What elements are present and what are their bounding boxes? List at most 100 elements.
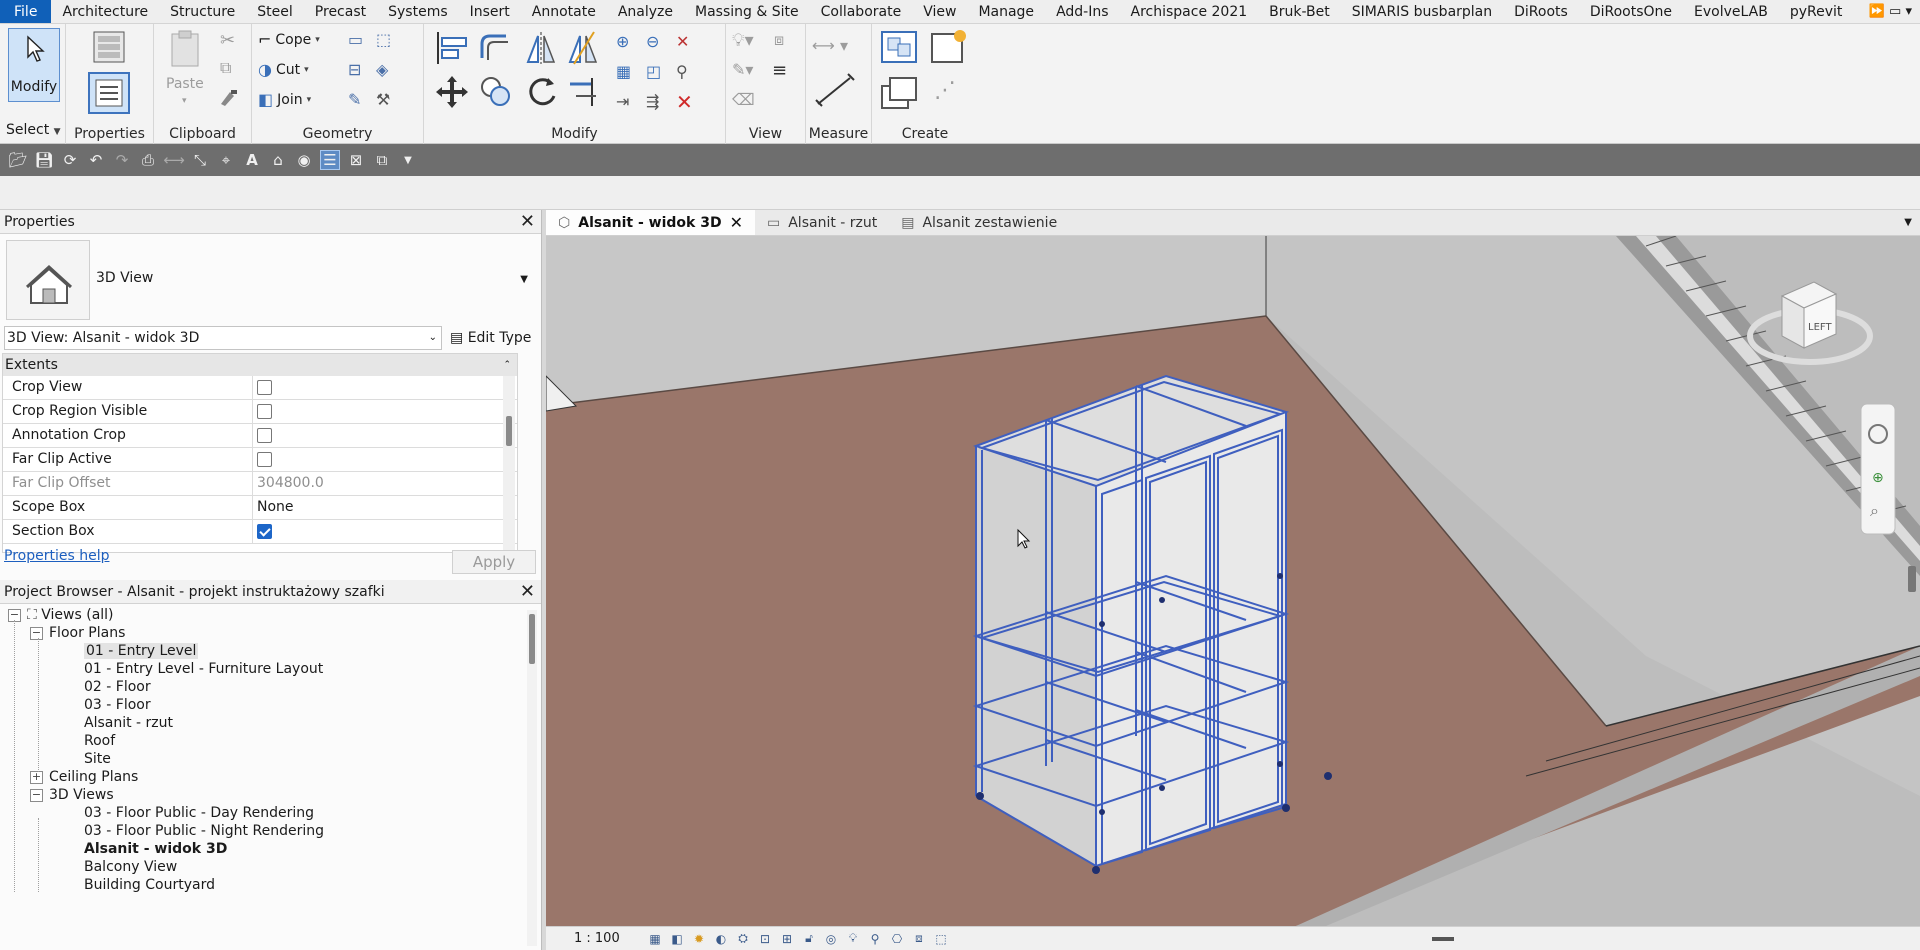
save-icon[interactable]: 💾︎ (34, 150, 54, 170)
tree-item[interactable]: Alsanit - widok 3D (84, 840, 227, 858)
paint-icon[interactable]: ◈ (376, 60, 388, 79)
visual-style-icon[interactable]: ◧ (666, 931, 688, 947)
open-icon[interactable]: 📂︎ (8, 150, 28, 170)
trim-multiple-icon[interactable]: ⇶ (646, 92, 659, 111)
tag-icon[interactable]: ⌖ (216, 150, 236, 170)
property-checkbox[interactable] (257, 452, 272, 467)
delete-icon[interactable]: ✕ (676, 90, 693, 114)
menu-item-archispace-2021[interactable]: Archispace 2021 (1120, 0, 1259, 23)
split-element-icon[interactable]: ⊕ (616, 32, 629, 51)
pin-icon[interactable]: ⚲ (676, 62, 688, 81)
paste-chevron-icon[interactable]: ▾ (182, 96, 187, 106)
menu-item-manage[interactable]: Manage (967, 0, 1045, 23)
property-checkbox[interactable] (257, 404, 272, 419)
apply-button[interactable]: Apply (452, 550, 536, 574)
override-graphics-icon[interactable]: ✎▾ (732, 60, 753, 79)
3d-viewport[interactable]: LEFT ⊕ ⌕ (546, 236, 1920, 926)
similar-icon[interactable]: ⋰ (934, 78, 956, 103)
unpin-icon[interactable]: ✕ (676, 32, 689, 51)
align-icon[interactable] (434, 30, 470, 66)
cut-scissors-icon[interactable]: ✂ (220, 30, 235, 51)
scrollbar-thumb[interactable] (506, 416, 512, 446)
cabinet-model[interactable] (972, 374, 1290, 867)
navigation-bar[interactable]: ⊕ ⌕ (1860, 403, 1896, 535)
tabs-menu-icon[interactable]: ▼ (1904, 210, 1912, 236)
array-icon[interactable]: ▦ (616, 62, 631, 81)
switch-windows-icon[interactable]: ⧉ (372, 150, 392, 170)
menu-item-massing-site[interactable]: Massing & Site (684, 0, 810, 23)
menu-item-simaris-busbarplan[interactable]: SIMARIS busbarplan (1341, 0, 1503, 23)
split-gap-icon[interactable]: ⊖ (646, 32, 659, 51)
menu-item-structure[interactable]: Structure (159, 0, 246, 23)
move-icon[interactable] (434, 74, 470, 110)
split-face-icon[interactable]: ⬚ (376, 30, 391, 49)
menu-item-add-ins[interactable]: Add-Ins (1045, 0, 1119, 23)
menu-item-annotate[interactable]: Annotate (521, 0, 607, 23)
tree-item[interactable]: 03 - Floor Public - Day Rendering (84, 804, 314, 822)
tree-item[interactable]: − ⛶ Views (all) (8, 606, 114, 624)
viewport-scrollbar-thumb[interactable] (1908, 566, 1916, 592)
cope-button[interactable]: ⌐ Cope ▾ (258, 30, 320, 49)
hide-element-icon[interactable]: ⧈ (774, 30, 784, 50)
worksharing-icon[interactable]: ⎔ (886, 931, 908, 947)
menu-item-collaborate[interactable]: Collaborate (810, 0, 913, 23)
tree-item[interactable]: Site (84, 750, 111, 768)
menu-item-view[interactable]: View (912, 0, 967, 23)
redo-icon[interactable]: ↷ (112, 150, 132, 170)
tree-item[interactable]: Roof (84, 732, 115, 750)
menu-item-precast[interactable]: Precast (304, 0, 377, 23)
offset-icon[interactable] (478, 30, 514, 66)
eraser-icon[interactable]: ⌫ (732, 90, 755, 109)
type-selector[interactable]: 3D View ▼ (4, 238, 534, 320)
tree-item[interactable]: Building Courtyard (84, 876, 215, 894)
pan-icon[interactable]: ⊕ (1872, 470, 1884, 486)
menu-item-systems[interactable]: Systems (377, 0, 459, 23)
close-hidden-icon[interactable]: ⊠ (346, 150, 366, 170)
instance-selector[interactable]: 3D View: Alsanit - widok 3D ⌄ (4, 326, 442, 350)
menu-item-pyrevit[interactable]: pyRevit (1779, 0, 1854, 23)
tree-item[interactable]: −3D Views (30, 786, 114, 804)
match-properties-icon[interactable] (218, 88, 240, 108)
select-dropdown[interactable]: Select ▼ (6, 122, 61, 138)
menu-item-diroots[interactable]: DiRoots (1503, 0, 1579, 23)
property-value[interactable]: None (253, 496, 517, 519)
type-properties-icon[interactable] (88, 30, 130, 66)
wall-joins-icon[interactable]: ▭ (348, 30, 363, 49)
menu-item-dirootsone[interactable]: DiRootsOne (1579, 0, 1683, 23)
expand-icon[interactable]: + (30, 770, 43, 784)
cut-geometry-button[interactable]: ◑ Cut ▾ (258, 60, 309, 79)
tree-item[interactable]: 01 - Entry Level - Furniture Layout (84, 660, 323, 678)
menu-item-file[interactable]: File (0, 0, 52, 23)
aligned-dimension-icon[interactable] (814, 72, 858, 108)
unlock-view-icon[interactable]: 🔓︎ (798, 931, 820, 947)
demolish-icon[interactable]: ⊟ (348, 60, 361, 79)
tree-item[interactable]: 03 - Floor Public - Night Rendering (84, 822, 324, 840)
highlight-displacement-icon[interactable]: ⬚ (930, 931, 952, 947)
collapse-icon[interactable]: − (30, 788, 43, 802)
paste-icon[interactable] (168, 30, 202, 70)
section-icon[interactable]: ◉ (294, 150, 314, 170)
model-canvas[interactable]: LEFT ⊕ ⌕ (546, 236, 1920, 926)
menu-item-analyze[interactable]: Analyze (607, 0, 684, 23)
close-icon[interactable]: ✕ (520, 580, 535, 604)
measure-between-icon[interactable]: ⟷ ▾ (812, 36, 848, 55)
create-group-icon[interactable] (880, 74, 920, 112)
menu-item-architecture[interactable]: Architecture (51, 0, 159, 23)
mirror-draw-axis-icon[interactable] (566, 30, 600, 66)
text-icon[interactable]: A (242, 150, 262, 170)
sync-icon[interactable]: ⟳ (60, 150, 80, 170)
menu-item-evolvelab[interactable]: EvolveLAB (1683, 0, 1779, 23)
rotate-icon[interactable] (524, 74, 560, 110)
tree-item[interactable]: + Ceiling Plans (30, 768, 138, 786)
sun-path-icon[interactable]: ✹ (688, 931, 710, 947)
linework-view-icon[interactable]: ≡ (772, 60, 787, 81)
reveal-hidden-icon[interactable]: 💡︎ (842, 931, 864, 947)
trim-single-icon[interactable]: ⇥ (616, 92, 629, 111)
temp-properties-icon[interactable]: ⚲ (864, 931, 886, 947)
mirror-pick-axis-icon[interactable] (524, 30, 558, 66)
edit-type-button[interactable]: ▤ Edit Type (450, 326, 531, 350)
show-constraints-icon[interactable]: ⧈ (908, 931, 930, 947)
copy-icon[interactable]: ⧉ (220, 58, 231, 78)
tab-alsanit-widok-3d[interactable]: ⬡ Alsanit - widok 3D ✕ (546, 210, 755, 235)
section-header-extents[interactable]: Extents ⌃ (3, 354, 517, 376)
